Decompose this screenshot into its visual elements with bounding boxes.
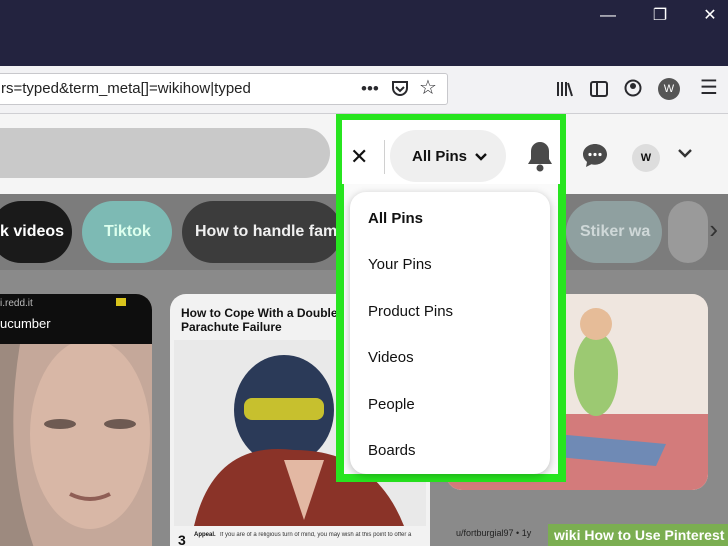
- watermark-text: How to Use Pinterest: [584, 527, 725, 543]
- messages-icon[interactable]: [582, 142, 608, 174]
- dropdown-item-people[interactable]: People: [368, 396, 415, 413]
- step-body: If you are of a religious turn of mind, …: [220, 532, 412, 538]
- account-chevron-icon[interactable]: [676, 144, 694, 168]
- chip-partial[interactable]: [668, 201, 708, 263]
- divider: [384, 140, 385, 174]
- close-icon[interactable]: ✕: [350, 144, 368, 170]
- profile-icon[interactable]: W: [658, 78, 680, 100]
- sidebar-icon[interactable]: [590, 80, 608, 103]
- pin-source: i.redd.it: [0, 298, 33, 309]
- bell-icon[interactable]: [526, 140, 554, 177]
- pin-card-cucumber[interactable]: i.redd.it ucumber: [0, 294, 152, 546]
- chip-tiktok[interactable]: Tiktok: [82, 201, 172, 263]
- pin-author: u/fortburgial97 • 1y: [456, 528, 532, 538]
- bookmark-icon: [116, 298, 126, 306]
- filter-dropdown-menu: All Pins Your Pins Product Pins Videos P…: [350, 192, 550, 474]
- step-label: Appeal.: [194, 532, 216, 538]
- dropdown-item-all-pins[interactable]: All Pins: [368, 210, 423, 227]
- search-input[interactable]: [0, 128, 330, 178]
- dropdown-item-videos[interactable]: Videos: [368, 349, 414, 366]
- account-icon[interactable]: [624, 79, 642, 102]
- pin-title: ucumber: [0, 316, 51, 331]
- chip-k-videos[interactable]: k videos: [0, 201, 72, 263]
- dropdown-item-boards[interactable]: Boards: [368, 442, 416, 459]
- minimize-button[interactable]: —: [598, 6, 618, 26]
- chevron-right-icon[interactable]: ›: [709, 214, 718, 245]
- user-avatar[interactable]: W: [632, 144, 660, 172]
- filter-label: All Pins: [412, 148, 468, 165]
- chip-stiker-wa[interactable]: Stiker wa: [566, 201, 662, 263]
- menu-icon[interactable]: ☰: [700, 78, 718, 98]
- dropdown-item-product-pins[interactable]: Product Pins: [368, 303, 453, 320]
- wikihow-watermark: wiki How to Use Pinterest: [548, 524, 728, 546]
- more-icon[interactable]: •••: [361, 79, 379, 99]
- library-icon[interactable]: [556, 80, 574, 103]
- url-text: rs=typed&term_meta[]=wikihow|typed: [1, 80, 251, 97]
- star-icon[interactable]: ☆: [419, 78, 437, 98]
- pin-card-header: i.redd.it ucumber: [0, 294, 152, 344]
- close-window-button[interactable]: ✕: [700, 6, 720, 26]
- address-bar[interactable]: rs=typed&term_meta[]=wikihow|typed ••• ☆: [0, 73, 448, 105]
- pin-image-face: [0, 344, 152, 546]
- chevron-down-icon: [474, 150, 488, 169]
- chip-how-to-handle-fame[interactable]: How to handle fame: [182, 201, 342, 263]
- maximize-button[interactable]: ❐: [650, 6, 670, 26]
- pocket-icon[interactable]: [391, 79, 409, 102]
- window-titlebar: — ❐ ✕: [0, 0, 728, 66]
- watermark-wiki: wiki: [554, 527, 581, 543]
- browser-toolbar: rs=typed&term_meta[]=wikihow|typed ••• ☆…: [0, 66, 728, 114]
- step-number: 3: [178, 532, 186, 546]
- dropdown-item-your-pins[interactable]: Your Pins: [368, 256, 432, 273]
- pin-title: How to Cope With a Double Parachute Fail…: [181, 306, 338, 334]
